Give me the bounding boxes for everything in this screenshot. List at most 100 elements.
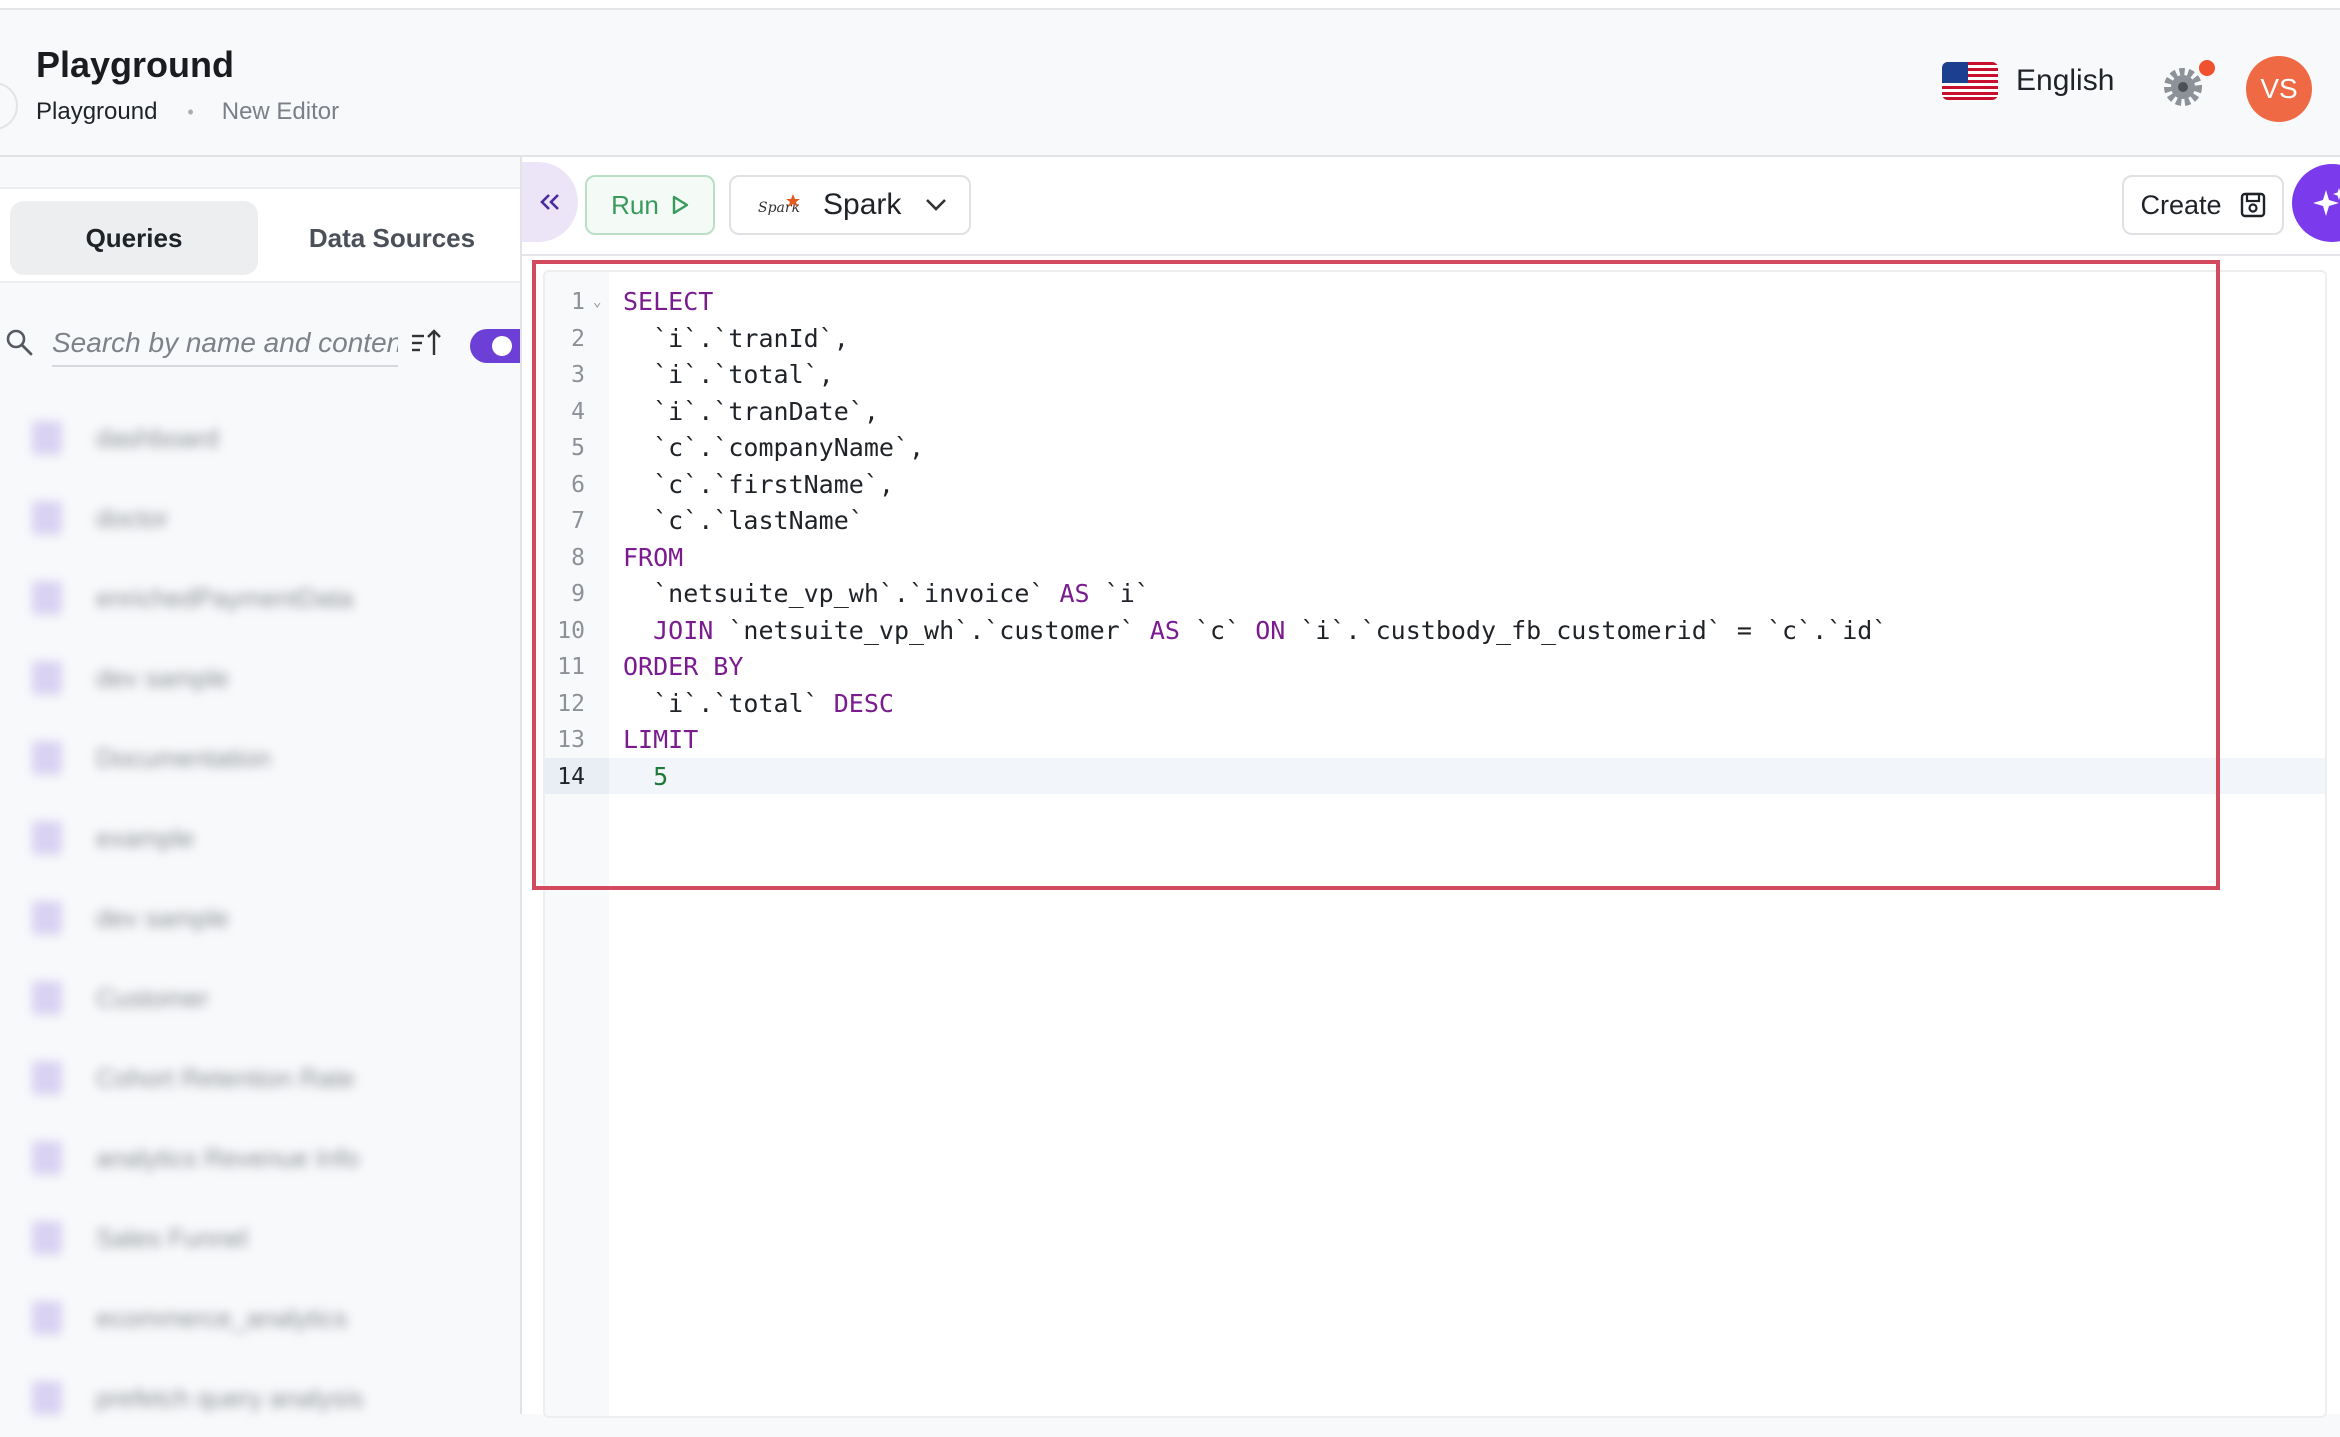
code-text: JOIN `netsuite_vp_wh`.`customer` AS `c` …: [623, 613, 1887, 649]
code-text: `i`.`total` DESC: [623, 686, 894, 722]
us-flag-icon: [1942, 62, 1998, 100]
query-file-icon: [32, 501, 62, 535]
line-number: 12: [557, 690, 585, 717]
code-line: 2 `i`.`tranId`,: [545, 321, 2325, 357]
line-number: 2: [571, 325, 585, 352]
code-text: 5: [623, 759, 668, 795]
sql-token: `c`.`companyName`,: [623, 433, 925, 462]
breadcrumb-item-current: New Editor: [221, 98, 340, 125]
save-icon: [2240, 192, 2265, 218]
code-line: 9 `netsuite_vp_wh`.`invoice` AS `i`: [545, 576, 2325, 612]
spark-logo-icon: Spark: [758, 194, 800, 216]
toggle-knob: [492, 336, 512, 356]
query-file-icon: [32, 981, 62, 1015]
avatar[interactable]: VS: [2246, 56, 2312, 122]
code-text: `i`.`tranId`,: [623, 321, 849, 357]
list-item[interactable]: enrichedPaymentData: [0, 557, 520, 637]
language-label: English: [2016, 64, 2115, 97]
query-file-icon: [32, 1221, 62, 1255]
sql-number: 5: [653, 761, 669, 791]
query-list: dashboard doctor enrichedPaymentData dev…: [0, 397, 520, 1437]
line-number: 11: [557, 654, 585, 680]
create-button-label: Create: [2140, 189, 2222, 220]
language-selector[interactable]: English: [1942, 62, 2114, 100]
query-file-icon: [32, 1381, 62, 1415]
search-input[interactable]: [52, 321, 398, 367]
top-strip: [0, 0, 2340, 10]
line-number: 9: [571, 581, 585, 607]
sql-keyword: LIMIT: [623, 725, 699, 754]
sidebar: Queries Data Sources dashboard doctor en…: [0, 157, 522, 1415]
line-number: 7: [571, 508, 585, 534]
tab-data-sources[interactable]: Data Sources: [272, 201, 512, 275]
sql-keyword: AS: [1059, 579, 1090, 608]
double-chevron-left-icon: [540, 194, 559, 210]
sql-token: `i`: [1089, 579, 1150, 608]
fold-chevron-icon[interactable]: ⌄: [593, 284, 601, 320]
sql-keyword: AS: [1149, 615, 1180, 645]
line-number: 6: [571, 471, 585, 498]
code-line: 1 ⌄ SELECT: [545, 284, 2325, 320]
list-item[interactable]: Sales Funnel: [0, 1197, 520, 1277]
run-button-label: Run: [611, 189, 659, 220]
code-text: `i`.`tranDate`,: [623, 394, 879, 430]
sparkle-icon: [2313, 188, 2340, 216]
sidebar-tabs: Queries Data Sources: [0, 187, 520, 283]
list-item[interactable]: Cohort Retention Rate: [0, 1037, 520, 1117]
code-text: `c`.`lastName`: [623, 503, 864, 539]
list-item[interactable]: prefetch query analysis: [0, 1357, 520, 1437]
code-line: 5 `c`.`companyName`,: [545, 430, 2325, 466]
code-line: 14 5: [545, 759, 2325, 795]
sort-icon[interactable]: [410, 327, 442, 357]
breadcrumb-item-playground[interactable]: Playground: [36, 98, 157, 126]
list-item[interactable]: ecommerce_analytics: [0, 1277, 520, 1357]
sql-token: `i`.`tranId`,: [623, 323, 849, 353]
line-number: 10: [557, 617, 585, 644]
edge-circle-handle[interactable]: [0, 82, 18, 130]
list-item[interactable]: dev sample: [0, 637, 520, 717]
code-text: `netsuite_vp_wh`.`invoice` AS `i`: [623, 576, 1150, 612]
list-item[interactable]: Customer: [0, 957, 520, 1037]
query-file-icon: [32, 1141, 62, 1175]
list-item[interactable]: analytics Revenue Info: [0, 1117, 520, 1197]
tab-queries[interactable]: Queries: [10, 201, 258, 275]
sql-token: `i`.`tranDate`,: [623, 396, 879, 426]
breadcrumb: Playground • New Editor: [36, 98, 339, 126]
code-text: `c`.`companyName`,: [623, 430, 924, 466]
sql-keyword: ORDER BY: [623, 652, 744, 681]
code-line: 12 `i`.`total` DESC: [545, 686, 2325, 722]
list-item[interactable]: dev sample: [0, 877, 520, 957]
query-file-icon: [32, 1061, 62, 1095]
line-number: 5: [571, 435, 585, 461]
query-file-icon: [32, 661, 62, 695]
list-item[interactable]: Documentation: [0, 717, 520, 797]
list-item[interactable]: doctor: [0, 477, 520, 557]
create-button[interactable]: Create: [2122, 175, 2284, 235]
toolbar-divider: [522, 254, 2340, 256]
line-number: 1: [571, 289, 585, 315]
code-text: SELECT: [623, 284, 713, 320]
engine-select[interactable]: Spark Spark: [729, 175, 971, 235]
code-line: 11 ORDER BY: [545, 649, 2325, 685]
sql-keyword: ON: [1255, 615, 1286, 645]
page-header: Playground Playground • New Editor Engli…: [0, 10, 2340, 157]
code-line: 8 FROM: [545, 540, 2325, 576]
code-line: 4 `i`.`tranDate`,: [545, 394, 2325, 430]
query-file-icon: [32, 821, 62, 855]
code-editor[interactable]: 1 ⌄ SELECT 2 `i`.`tranId`, 3 `i`.`total`, 4 `…: [543, 270, 2327, 1418]
run-button[interactable]: Run: [585, 175, 715, 235]
code-line: 10 JOIN `netsuite_vp_wh`.`customer` AS `…: [545, 613, 2325, 649]
sql-token: `i`.`total`,: [623, 360, 834, 389]
sql-token: `i`.`total`: [623, 688, 834, 718]
play-icon: [672, 195, 689, 215]
breadcrumb-separator: •: [187, 101, 194, 122]
list-item[interactable]: dashboard: [0, 397, 520, 477]
line-number: 14: [557, 763, 585, 790]
list-item[interactable]: example: [0, 797, 520, 877]
sql-keyword: DESC: [833, 688, 894, 718]
content-search-toggle[interactable]: [470, 329, 520, 363]
code-text: `c`.`firstName`,: [623, 467, 894, 503]
engine-label: Spark: [823, 188, 902, 221]
sql-token: `c`.`firstName`,: [623, 469, 894, 499]
